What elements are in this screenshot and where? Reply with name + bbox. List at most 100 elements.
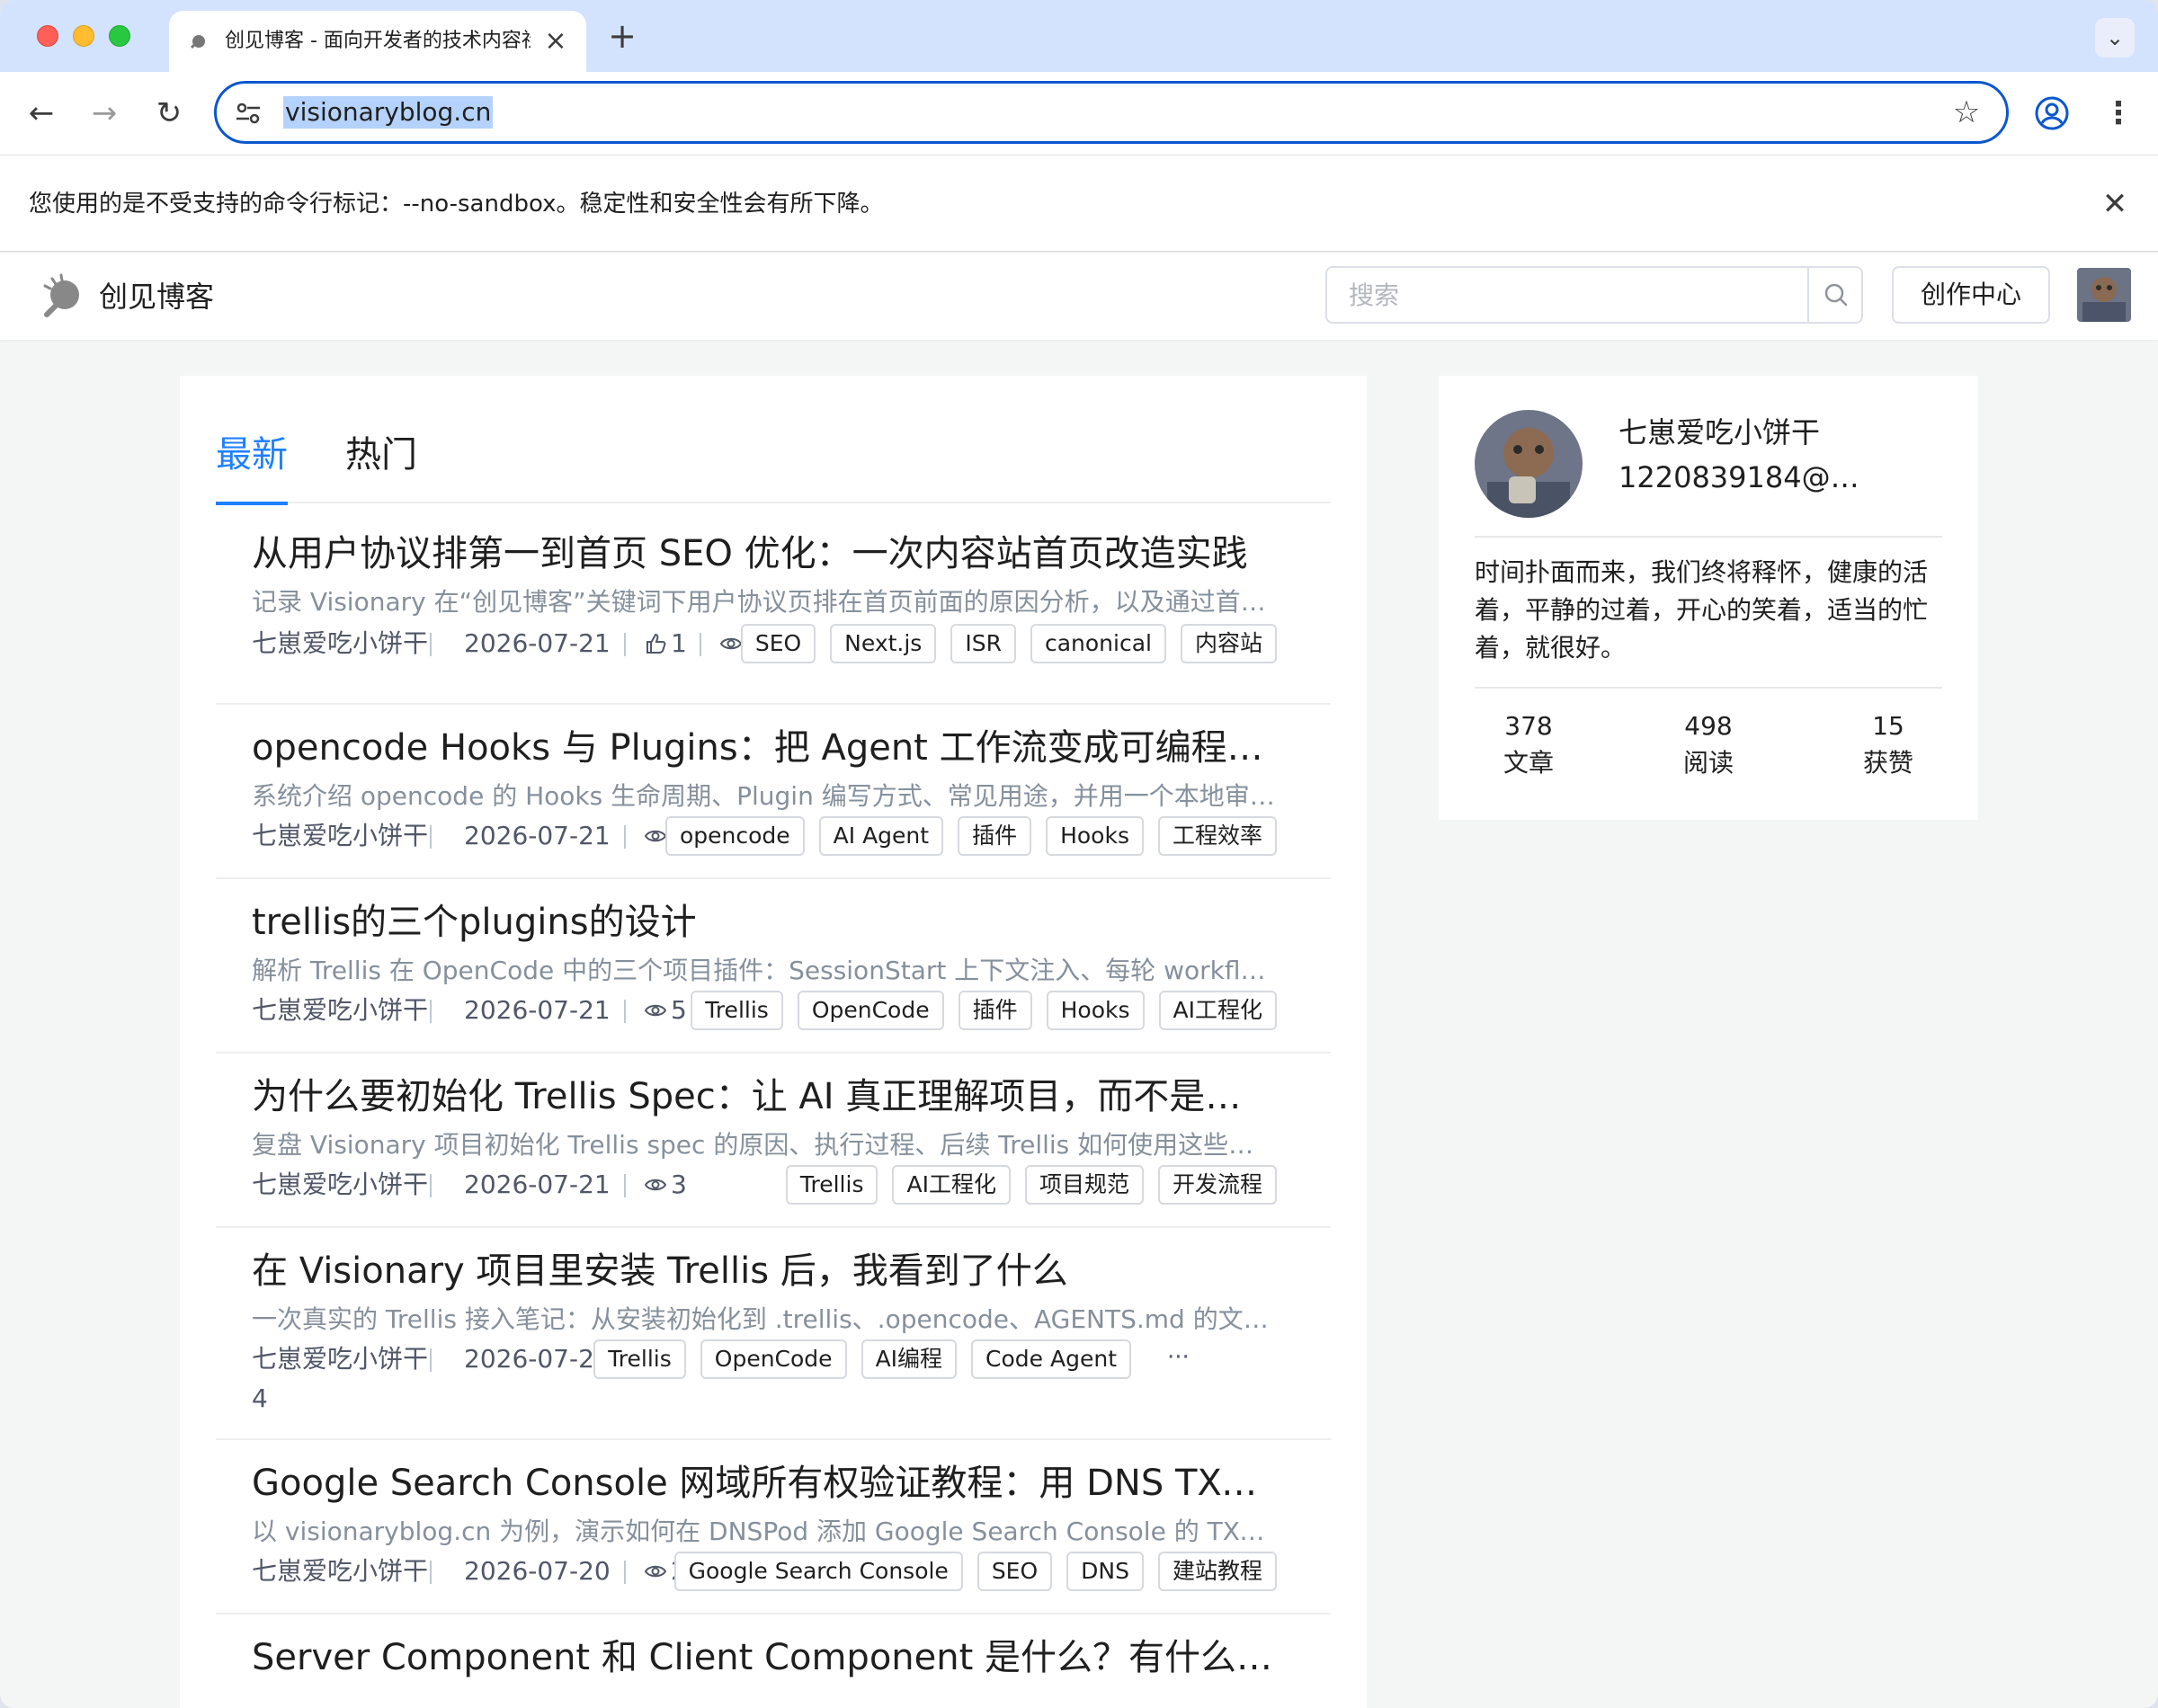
tag[interactable]: Hooks: [1046, 816, 1144, 856]
site-header: 创见博客 创作中心: [0, 254, 2158, 340]
eye-icon: [644, 1565, 667, 1578]
browser-tab-active[interactable]: 创见博客 - 面向开发者的技术内容社区 ×: [169, 11, 586, 72]
tab-search-chevron-icon[interactable]: ⌄: [2095, 18, 2135, 58]
tag[interactable]: 开发流程: [1157, 1165, 1277, 1205]
article-item[interactable]: Google Search Console 网域所有权验证教程：用 DNS TX…: [216, 1440, 1331, 1615]
article-title[interactable]: Server Component 和 Client Component 是什么？…: [252, 1632, 1277, 1683]
user-avatar[interactable]: [2077, 268, 2131, 322]
tag[interactable]: 插件: [958, 816, 1032, 856]
tag[interactable]: Trellis: [593, 1339, 686, 1379]
stat-label: 阅读: [1682, 748, 1734, 778]
tag-list: Google Search Console SEO DNS 建站教程: [673, 1552, 1277, 1591]
article-date: 2026-07-21: [464, 821, 611, 850]
article-item[interactable]: trellis的三个plugins的设计 解析 Trellis 在 OpenCo…: [216, 879, 1331, 1054]
tag[interactable]: ISR: [950, 624, 1016, 663]
tag[interactable]: Google Search Console: [673, 1552, 963, 1591]
tag[interactable]: SEO: [976, 1552, 1053, 1591]
view-count: 5: [644, 991, 687, 1030]
site-logo-icon[interactable]: [40, 273, 83, 320]
tag[interactable]: 工程效率: [1157, 816, 1277, 856]
article-author[interactable]: 七崽爱吃小饼干: [252, 1339, 428, 1379]
browser-window: 创见博客 - 面向开发者的技术内容社区 × + ⌄ ← → ↻ visionar…: [0, 0, 2158, 1708]
article-meta: 七崽爱吃小饼干 2026-07-21 5 Trellis OpenCode 插件…: [252, 991, 1277, 1030]
site-settings-icon[interactable]: [233, 98, 263, 129]
article-title[interactable]: Google Search Console 网域所有权验证教程：用 DNS TX…: [252, 1458, 1277, 1508]
stat-reads[interactable]: 498 阅读: [1654, 708, 1762, 782]
search-box: [1325, 266, 1863, 324]
article-author[interactable]: 七崽爱吃小饼干: [252, 1165, 428, 1205]
close-window-button[interactable]: [37, 25, 58, 47]
tag[interactable]: Code Agent: [971, 1339, 1131, 1379]
tag[interactable]: 插件: [958, 991, 1032, 1030]
article-item[interactable]: 为什么要初始化 Trellis Spec：让 AI 真正理解项目，而不是写通用代…: [216, 1054, 1331, 1228]
view-count: 3: [644, 1165, 687, 1205]
stat-value: 378: [1504, 711, 1553, 741]
tag[interactable]: canonical: [1030, 624, 1166, 663]
article-title[interactable]: opencode Hooks 与 Plugins：把 Agent 工作流变成可编…: [252, 723, 1277, 773]
more-tags-ellipsis[interactable]: ···: [1167, 1339, 1190, 1375]
tag[interactable]: Next.js: [830, 624, 937, 663]
article-author[interactable]: 七崽爱吃小饼干: [252, 1552, 428, 1591]
creator-center-button[interactable]: 创作中心: [1892, 266, 2050, 324]
meta-divider: [624, 825, 626, 849]
tag[interactable]: AI编程: [861, 1339, 958, 1379]
more-menu-icon[interactable]: ⋮: [2099, 92, 2138, 135]
article-title[interactable]: 从用户协议排第一到首页 SEO 优化：一次内容站首页改造实践: [252, 529, 1277, 579]
minimize-window-button[interactable]: [73, 25, 94, 47]
search-input[interactable]: [1327, 268, 1807, 322]
bookmark-star-icon[interactable]: ☆: [1945, 91, 1988, 134]
article-item[interactable]: Server Component 和 Client Component 是什么？…: [216, 1615, 1331, 1708]
tag[interactable]: OpenCode: [700, 1339, 847, 1379]
like-count-value: 1: [671, 628, 687, 658]
back-arrow-icon[interactable]: ←: [20, 92, 63, 135]
stat-articles[interactable]: 378 文章: [1475, 708, 1583, 782]
url-text[interactable]: visionaryblog.cn: [283, 96, 494, 129]
tag[interactable]: 项目规范: [1024, 1165, 1144, 1205]
profile-icon[interactable]: [2032, 93, 2072, 133]
article-feed-card: 最新 热门 从用户协议排第一到首页 SEO 优化：一次内容站首页改造实践 记录 …: [180, 376, 1367, 1708]
address-bar[interactable]: visionaryblog.cn ☆: [214, 81, 2009, 144]
tag[interactable]: AI工程化: [1158, 991, 1277, 1030]
tag[interactable]: AI工程化: [892, 1165, 1011, 1205]
like-count[interactable]: 1: [644, 624, 687, 663]
tag[interactable]: 内容站: [1180, 624, 1277, 663]
tag-list: Trellis AI工程化 项目规范 开发流程: [785, 1165, 1277, 1205]
stat-value: 498: [1684, 711, 1733, 741]
article-summary: 系统介绍 opencode 的 Hooks 生命周期、Plugin 编写方式、常…: [252, 781, 1277, 811]
tag-list: Trellis OpenCode 插件 Hooks AI工程化: [691, 991, 1277, 1030]
site-name[interactable]: 创见博客: [99, 279, 214, 315]
maximize-window-button[interactable]: [109, 25, 130, 47]
profile-avatar[interactable]: [1475, 410, 1583, 518]
article-summary: 复盘 Visionary 项目初始化 Trellis spec 的原因、执行过程…: [252, 1130, 1277, 1160]
article-author[interactable]: 七崽爱吃小饼干: [252, 624, 428, 663]
tab-latest[interactable]: 最新: [216, 428, 288, 505]
article-author[interactable]: 七崽爱吃小饼干: [252, 816, 428, 856]
reload-icon[interactable]: ↻: [147, 92, 191, 135]
article-item[interactable]: opencode Hooks 与 Plugins：把 Agent 工作流变成可编…: [216, 705, 1331, 879]
profile-name[interactable]: 七崽爱吃小饼干: [1618, 412, 1820, 453]
tab-hot[interactable]: 热门: [345, 428, 417, 503]
tag[interactable]: Trellis: [691, 991, 783, 1030]
article-item[interactable]: 在 Visionary 项目里安装 Trellis 后，我看到了什么 一次真实的…: [216, 1228, 1331, 1440]
tag[interactable]: Trellis: [785, 1165, 878, 1205]
article-title[interactable]: 在 Visionary 项目里安装 Trellis 后，我看到了什么: [252, 1246, 1277, 1296]
tag[interactable]: DNS: [1066, 1552, 1144, 1591]
article-summary: 记录 Visionary 在“创见博客”关键词下用户协议页排在首页前面的原因分析…: [252, 587, 1277, 617]
article-author[interactable]: 七崽爱吃小饼干: [252, 991, 428, 1030]
tab-close-icon[interactable]: ×: [541, 27, 570, 56]
tag[interactable]: OpenCode: [797, 991, 944, 1030]
infobar-close-icon[interactable]: ✕: [2095, 184, 2135, 224]
article-title[interactable]: 为什么要初始化 Trellis Spec：让 AI 真正理解项目，而不是写通用代…: [252, 1072, 1277, 1122]
stat-likes[interactable]: 15 获赞: [1834, 708, 1942, 782]
article-title[interactable]: trellis的三个plugins的设计: [252, 897, 1277, 947]
tag[interactable]: opencode: [664, 816, 805, 856]
tag[interactable]: SEO: [740, 624, 816, 663]
tag[interactable]: AI Agent: [818, 816, 944, 856]
forward-arrow-icon[interactable]: →: [83, 92, 126, 135]
new-tab-button[interactable]: +: [604, 18, 640, 54]
search-button[interactable]: [1807, 268, 1861, 322]
tag[interactable]: Hooks: [1046, 991, 1145, 1030]
tag[interactable]: 建站教程: [1157, 1552, 1277, 1591]
stat-value: 15: [1872, 711, 1904, 741]
article-item[interactable]: 从用户协议排第一到首页 SEO 优化：一次内容站首页改造实践 记录 Vision…: [216, 529, 1331, 705]
